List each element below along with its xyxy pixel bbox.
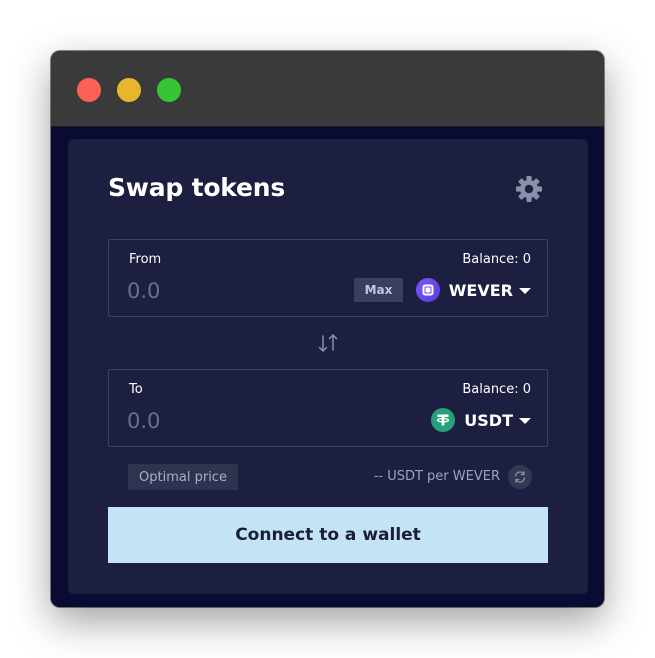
usdt-token-icon [431,408,456,432]
to-token-name: USDT [464,410,513,430]
maximize-window-button[interactable] [157,78,181,102]
max-button[interactable]: Max [354,278,403,302]
wever-token-icon [415,278,440,302]
chevron-down-icon [519,287,531,294]
refresh-icon[interactable] [508,465,532,489]
from-field: From Balance: 0 Max WEVER [108,239,548,317]
from-label: From [129,252,162,267]
to-balance: Balance: 0 [462,382,531,397]
title-bar [51,51,604,127]
exchange-rate: -- USDT per WEVER [373,469,500,484]
minimize-window-button[interactable] [117,78,141,102]
from-balance: Balance: 0 [462,252,531,267]
app-window: Swap tokens From Balance: 0 0.0 Max WEVE… [51,51,604,607]
chevron-down-icon [519,417,531,424]
from-token-select[interactable]: WEVER [415,276,531,304]
to-token-select[interactable]: USDT [431,406,531,434]
swap-title: Swap tokens [108,173,286,202]
close-window-button[interactable] [77,78,101,102]
from-token-name: WEVER [448,280,513,300]
swap-card: Swap tokens From Balance: 0 0.0 Max WEVE… [68,139,588,594]
to-label: To [129,382,143,397]
gear-icon[interactable] [515,175,543,203]
connect-wallet-button[interactable]: Connect to a wallet [108,507,548,563]
to-amount-input[interactable] [127,406,307,436]
app-content: Swap tokens From Balance: 0 0.0 Max WEVE… [51,127,604,607]
to-field: To Balance: 0 USDT [108,369,548,447]
optimal-price-badge: Optimal price [128,464,238,490]
swap-arrows-icon[interactable] [317,331,339,355]
from-amount-input[interactable] [127,276,307,306]
